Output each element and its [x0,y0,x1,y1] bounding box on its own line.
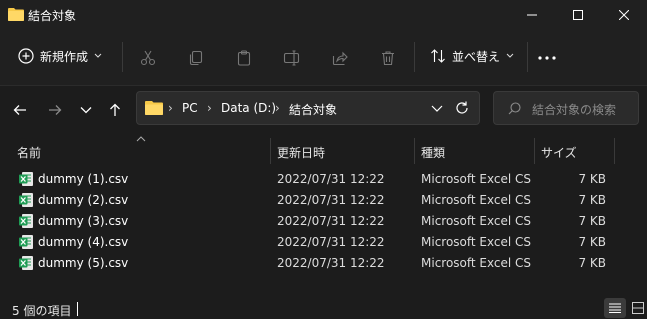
breadcrumb-separator: › [275,101,280,115]
file-size: 7 KB [578,256,606,270]
arrow-left-icon [13,104,27,116]
breadcrumb-drive[interactable]: Data (D:) [221,101,276,115]
breadcrumb-pc[interactable]: PC [182,101,198,115]
up-button[interactable] [101,96,129,124]
recent-locations-button[interactable] [72,96,100,124]
file-size: 7 KB [578,193,606,207]
file-row[interactable]: dummy (5).csv 2022/07/31 12:22 Microsoft… [8,253,620,274]
forward-button[interactable] [41,96,69,124]
new-button-label: 新規作成 [40,49,89,64]
toolbar-divider [414,42,415,72]
search-box[interactable]: 結合対象の検索 [493,91,639,125]
rename-icon [283,50,301,66]
column-divider[interactable] [614,138,615,164]
large-icons-view-button[interactable] [628,298,647,318]
file-size: 7 KB [578,214,606,228]
search-icon [508,102,521,115]
excel-csv-icon [18,213,34,229]
new-button[interactable]: 新規作成 [12,40,108,72]
share-icon [332,50,348,66]
chevron-down-icon [431,100,443,116]
column-divider[interactable] [414,138,415,164]
window-title: 結合対象 [28,9,77,23]
search-placeholder: 結合対象の検索 [532,103,617,117]
file-type: Microsoft Excel CS... [421,256,531,270]
file-type: Microsoft Excel CS... [421,193,531,207]
column-header-type[interactable]: 種類 [421,144,445,161]
tiles-view-icon [631,302,644,314]
file-name: dummy (1).csv [38,172,129,186]
file-size: 7 KB [578,172,606,186]
column-header-date[interactable]: 更新日時 [277,144,325,161]
file-row[interactable]: dummy (4).csv 2022/07/31 12:22 Microsoft… [8,232,620,253]
file-date: 2022/07/31 12:22 [277,256,385,270]
file-type: Microsoft Excel CS... [421,235,531,249]
breadcrumb-separator: › [168,101,173,115]
copy-icon [188,50,204,66]
address-history-button[interactable] [431,100,443,116]
arrow-right-icon [48,104,62,116]
sort-icon [430,48,446,64]
file-date: 2022/07/31 12:22 [277,172,385,186]
cut-icon [140,50,156,66]
delete-button[interactable] [368,38,408,78]
paste-icon [236,50,252,66]
arrow-up-icon [109,103,121,117]
column-divider[interactable] [270,138,271,164]
more-options-button[interactable] [527,38,567,78]
minimize-button[interactable] [509,0,555,30]
file-name: dummy (3).csv [38,214,129,228]
rename-button[interactable] [272,38,312,78]
file-date: 2022/07/31 12:22 [277,214,385,228]
refresh-icon [455,100,469,116]
refresh-button[interactable] [455,100,469,116]
sort-ascending-indicator [136,136,146,142]
plus-circle-icon [18,48,34,64]
details-view-icon [609,303,621,313]
copy-button[interactable] [176,38,216,78]
file-date: 2022/07/31 12:22 [277,193,385,207]
sort-button[interactable]: 並べ替え [424,40,520,72]
breadcrumb-separator: › [207,101,212,115]
file-row[interactable]: dummy (2).csv 2022/07/31 12:22 Microsoft… [8,190,620,211]
file-type: Microsoft Excel CS... [421,172,531,186]
file-type: Microsoft Excel CS... [421,214,531,228]
file-name: dummy (4).csv [38,235,129,249]
toolbar-divider [122,42,123,72]
column-divider[interactable] [534,138,535,164]
trash-icon [380,50,396,66]
maximize-button[interactable] [555,0,601,30]
excel-csv-icon [18,234,34,250]
folder-icon [145,100,163,115]
cut-button[interactable] [128,38,168,78]
column-header-name[interactable]: 名前 [17,144,41,161]
share-button[interactable] [320,38,360,78]
folder-icon [8,7,24,21]
chevron-down-icon [80,106,92,114]
excel-csv-icon [18,171,34,187]
file-date: 2022/07/31 12:22 [277,235,385,249]
excel-csv-icon [18,192,34,208]
file-row[interactable]: dummy (1).csv 2022/07/31 12:22 Microsoft… [8,169,620,190]
status-divider [77,302,78,316]
file-name: dummy (2).csv [38,193,129,207]
excel-csv-icon [18,255,34,271]
item-count-status: 5 個の項目 [12,304,72,318]
breadcrumb-current-folder[interactable]: 結合対象 [289,101,337,118]
paste-button[interactable] [224,38,264,78]
address-bar[interactable]: › PC › Data (D:) › 結合対象 [136,91,480,125]
back-button[interactable] [6,96,34,124]
chevron-down-icon [506,53,514,59]
file-name: dummy (5).csv [38,256,129,270]
sort-button-label: 並べ替え [452,49,501,64]
file-size: 7 KB [578,235,606,249]
column-header-size[interactable]: サイズ [541,144,577,161]
more-icon [538,56,556,60]
file-row[interactable]: dummy (3).csv 2022/07/31 12:22 Microsoft… [8,211,620,232]
close-button[interactable] [601,0,647,30]
details-view-button[interactable] [604,298,626,318]
chevron-down-icon [94,53,102,59]
